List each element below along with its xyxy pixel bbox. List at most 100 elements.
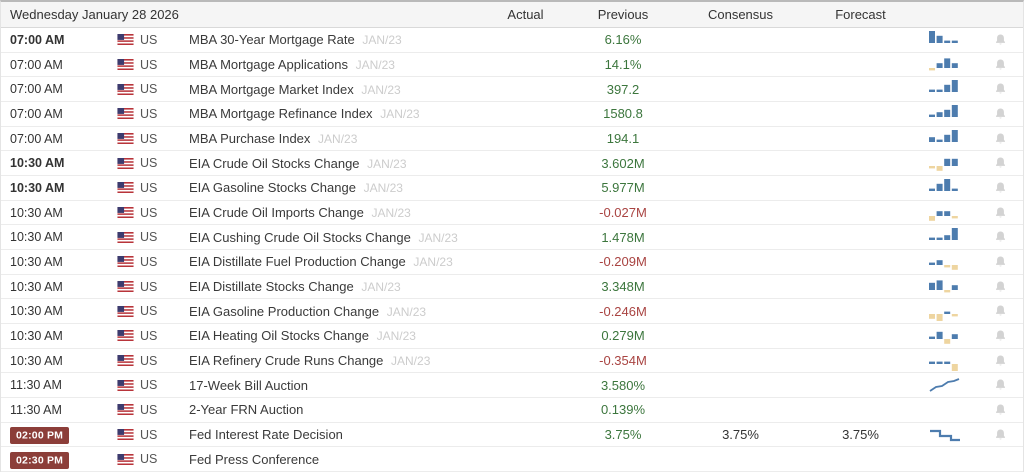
alert-bell-icon[interactable] <box>977 329 1023 343</box>
sparkline-chart-icon[interactable] <box>913 203 977 223</box>
country-cell: US <box>111 329 189 343</box>
country-cell: US <box>111 33 189 47</box>
event-cell: 2-Year FRN Auction <box>189 402 478 417</box>
previous-value: 1.478M <box>573 230 673 245</box>
alert-bell-icon[interactable] <box>977 132 1023 146</box>
alert-bell-icon[interactable] <box>977 107 1023 121</box>
event-reference-period: JAN/23 <box>362 33 401 47</box>
alert-bell-icon[interactable] <box>977 230 1023 244</box>
alert-bell-icon[interactable] <box>977 280 1023 294</box>
alert-bell-icon[interactable] <box>977 403 1023 417</box>
country-code: US <box>140 378 157 392</box>
alert-bell-icon[interactable] <box>977 428 1023 442</box>
previous-value: 3.602M <box>573 156 673 171</box>
event-name-link[interactable]: Fed Interest Rate Decision <box>189 427 343 442</box>
us-flag-icon <box>117 232 134 243</box>
sparkline-chart-icon[interactable] <box>913 375 977 395</box>
event-time: 02:00 PM <box>1 428 111 442</box>
country-code: US <box>140 452 157 466</box>
sparkline-chart-icon[interactable] <box>913 425 977 445</box>
sparkline-chart-icon[interactable] <box>913 104 977 124</box>
table-row: 07:00 AM US MBA Purchase Index JAN/23 19… <box>1 127 1023 152</box>
event-name-link[interactable]: EIA Cushing Crude Oil Stocks Change <box>189 230 411 245</box>
country-cell: US <box>111 82 189 96</box>
event-name-link[interactable]: EIA Heating Oil Stocks Change <box>189 328 369 343</box>
us-flag-icon <box>117 84 134 95</box>
event-time-label: 02:30 PM <box>10 452 69 469</box>
sparkline-chart-icon[interactable] <box>913 178 977 198</box>
event-cell: EIA Gasoline Production Change JAN/23 <box>189 304 478 319</box>
event-name-link[interactable]: 2-Year FRN Auction <box>189 402 303 417</box>
sparkline-chart-icon[interactable] <box>913 55 977 75</box>
table-row: 07:00 AM US MBA Mortgage Refinance Index… <box>1 102 1023 127</box>
alert-bell-icon[interactable] <box>977 33 1023 47</box>
event-cell: Fed Press Conference <box>189 452 478 467</box>
alert-bell-icon[interactable] <box>977 82 1023 96</box>
table-row: 10:30 AM US EIA Distillate Stocks Change… <box>1 275 1023 300</box>
sparkline-chart-icon[interactable] <box>913 351 977 371</box>
alert-bell-icon[interactable] <box>977 206 1023 220</box>
event-name-link[interactable]: MBA Purchase Index <box>189 131 310 146</box>
event-name-link[interactable]: EIA Distillate Fuel Production Change <box>189 254 406 269</box>
event-name-link[interactable]: MBA Mortgage Applications <box>189 57 348 72</box>
event-time: 07:00 AM <box>1 58 111 72</box>
event-cell: MBA Mortgage Refinance Index JAN/23 <box>189 106 478 121</box>
sparkline-chart-icon[interactable] <box>913 252 977 272</box>
us-flag-icon <box>117 256 134 267</box>
event-name-link[interactable]: 17-Week Bill Auction <box>189 378 308 393</box>
alert-bell-icon[interactable] <box>977 304 1023 318</box>
sparkline-chart-icon[interactable] <box>913 301 977 321</box>
sparkline-chart-icon[interactable] <box>913 153 977 173</box>
event-cell: MBA Mortgage Market Index JAN/23 <box>189 82 478 97</box>
event-reference-period: JAN/23 <box>371 206 410 220</box>
country-cell: US <box>111 354 189 368</box>
alert-bell-icon[interactable] <box>977 354 1023 368</box>
event-name-link[interactable]: MBA 30-Year Mortgage Rate <box>189 32 355 47</box>
table-row: 10:30 AM US EIA Refinery Crude Runs Chan… <box>1 349 1023 374</box>
sparkline-chart-icon[interactable] <box>913 227 977 247</box>
alert-bell-icon[interactable] <box>977 58 1023 72</box>
previous-value: -0.027M <box>573 205 673 220</box>
event-reference-period: JAN/23 <box>387 305 426 319</box>
country-code: US <box>140 58 157 72</box>
us-flag-icon <box>117 281 134 292</box>
event-time-label: 10:30 AM <box>10 354 63 368</box>
country-code: US <box>140 354 157 368</box>
alert-bell-icon[interactable] <box>977 156 1023 170</box>
table-row: 07:00 AM US MBA Mortgage Applications JA… <box>1 53 1023 78</box>
event-time-label: 11:30 AM <box>10 378 62 392</box>
event-name-link[interactable]: Fed Press Conference <box>189 452 319 467</box>
event-name-link[interactable]: EIA Distillate Stocks Change <box>189 279 354 294</box>
sparkline-chart-icon[interactable] <box>913 129 977 149</box>
table-row: 07:00 AM US MBA Mortgage Market Index JA… <box>1 77 1023 102</box>
event-cell: MBA Purchase Index JAN/23 <box>189 131 478 146</box>
event-time: 10:30 AM <box>1 206 111 220</box>
event-name-link[interactable]: EIA Crude Oil Stocks Change <box>189 156 360 171</box>
country-cell: US <box>111 280 189 294</box>
sparkline-chart-icon[interactable] <box>913 326 977 346</box>
us-flag-icon <box>117 330 134 341</box>
event-cell: Fed Interest Rate Decision <box>189 427 478 442</box>
event-time-label: 07:00 AM <box>10 132 63 146</box>
event-time-label: 02:00 PM <box>10 427 69 444</box>
country-code: US <box>140 82 157 96</box>
event-name-link[interactable]: EIA Gasoline Stocks Change <box>189 180 356 195</box>
event-time-label: 10:30 AM <box>10 280 63 294</box>
table-row: 10:30 AM US EIA Crude Oil Imports Change… <box>1 201 1023 226</box>
sparkline-chart-icon[interactable] <box>913 277 977 297</box>
table-row: 11:30 AM US 2-Year FRN Auction 0.139% <box>1 398 1023 423</box>
sparkline-chart-icon[interactable] <box>913 30 977 50</box>
previous-value: 194.1 <box>573 131 673 146</box>
alert-bell-icon[interactable] <box>977 181 1023 195</box>
alert-bell-icon[interactable] <box>977 378 1023 392</box>
event-name-link[interactable]: EIA Gasoline Production Change <box>189 304 379 319</box>
event-name-link[interactable]: EIA Crude Oil Imports Change <box>189 205 364 220</box>
previous-value: 6.16% <box>573 32 673 47</box>
event-name-link[interactable]: MBA Mortgage Market Index <box>189 82 354 97</box>
event-time: 10:30 AM <box>1 255 111 269</box>
alert-bell-icon[interactable] <box>977 255 1023 269</box>
sparkline-chart-icon[interactable] <box>913 79 977 99</box>
country-cell: US <box>111 428 189 442</box>
event-name-link[interactable]: MBA Mortgage Refinance Index <box>189 106 373 121</box>
event-name-link[interactable]: EIA Refinery Crude Runs Change <box>189 353 383 368</box>
